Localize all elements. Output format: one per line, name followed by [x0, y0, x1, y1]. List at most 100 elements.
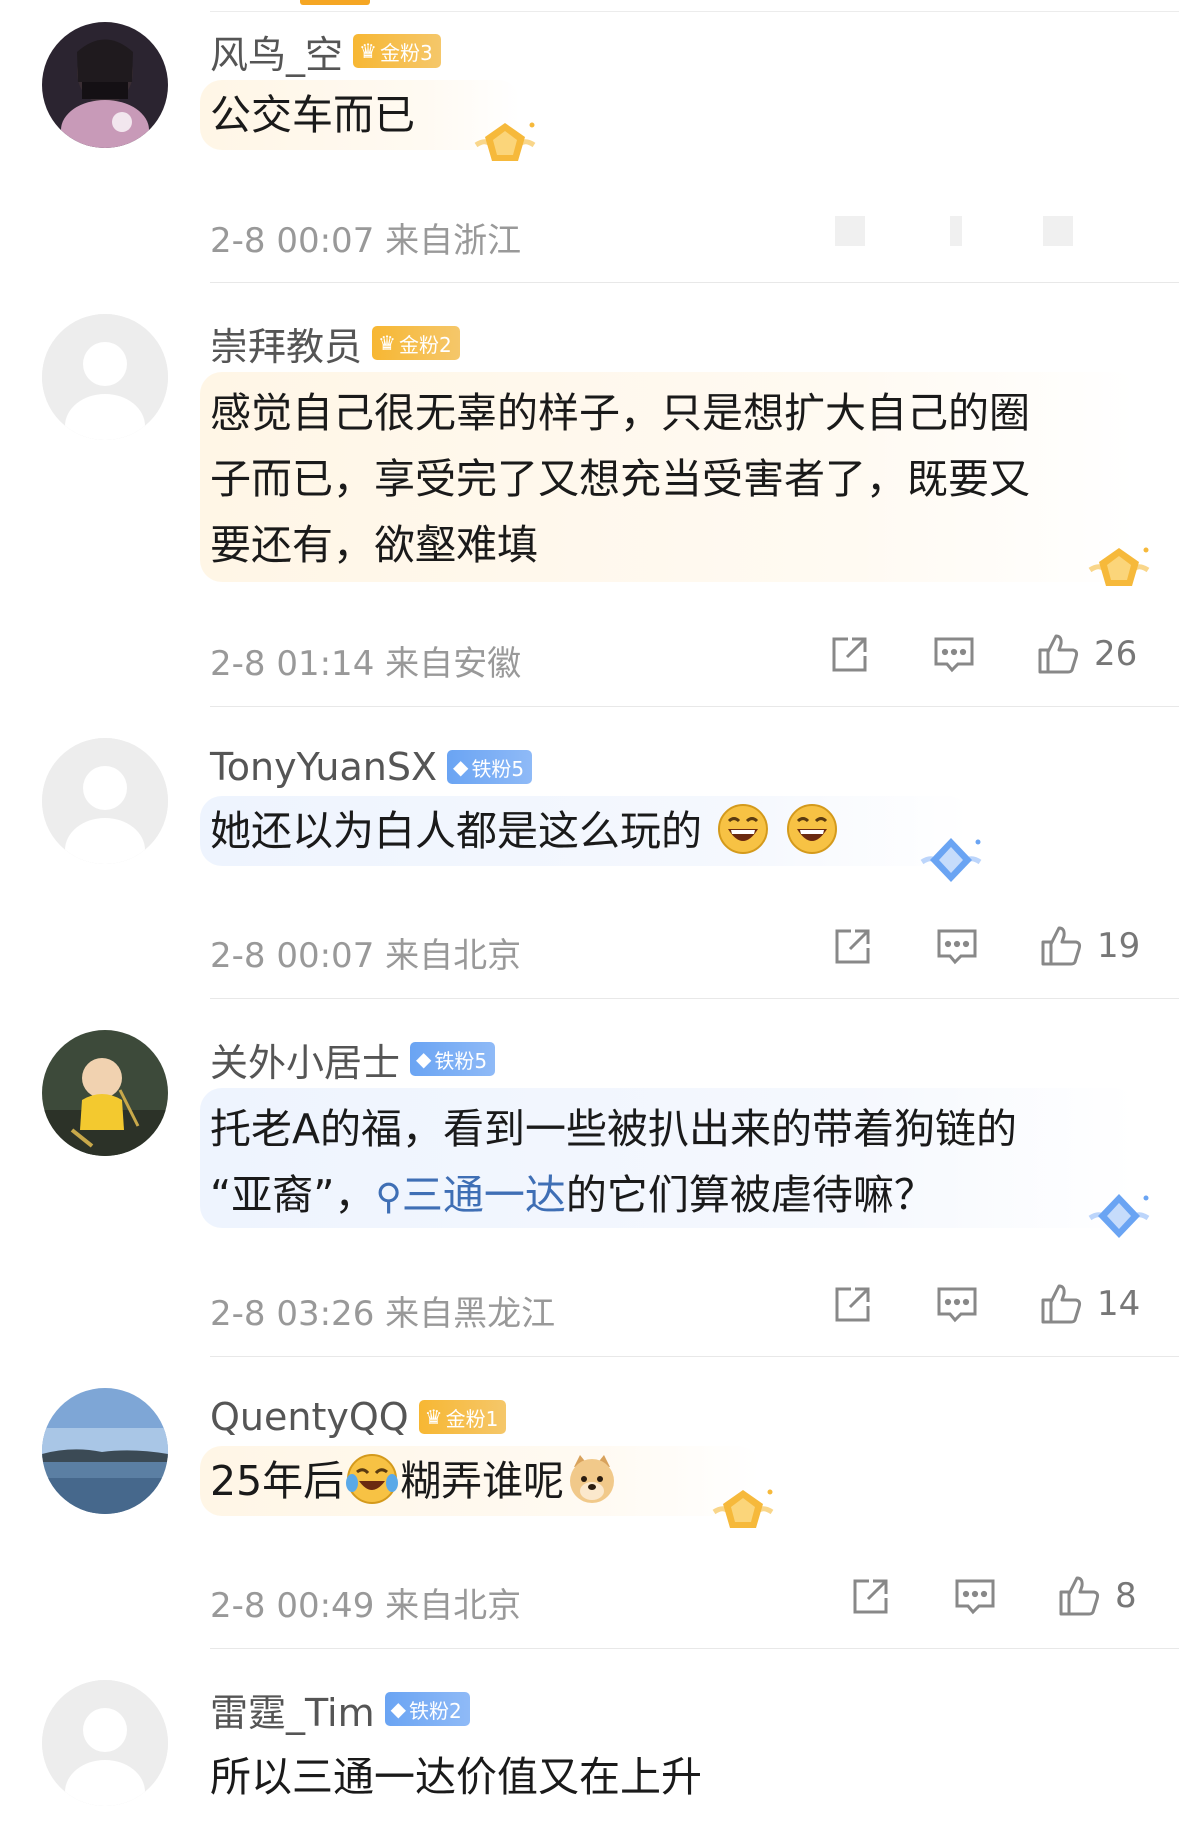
comment-text-line: 要还有，欲壑难填 [210, 521, 538, 569]
comment-actions [828, 205, 1084, 253]
fan-badge[interactable]: ♛ 金粉2 [372, 326, 460, 360]
fan-badge-label: 金粉2 [398, 332, 452, 357]
diamond-icon: ◆ [416, 1047, 432, 1071]
fan-badge[interactable]: ◆ 铁粉2 [384, 1692, 470, 1726]
username[interactable]: 风鸟_空 [210, 24, 343, 79]
comment-text-line: 托老A的福，看到一些被扒出来的带着狗链的 [210, 1105, 1018, 1153]
fan-badge[interactable]: ♛ 金粉3 [353, 34, 441, 68]
laughing-emoji-icon [717, 803, 769, 855]
like-count: 8 [1115, 1576, 1137, 1616]
comment-text-line: 她还以为白人都是这么玩的 [210, 807, 702, 855]
search-icon: ⚲ [375, 1177, 402, 1218]
comment-header: 雷霆_Tim ◆ 铁粉2 [210, 1686, 470, 1735]
comment-location: 来自北京 [385, 936, 522, 976]
comment-header: 崇拜教员 ♛ 金粉2 [210, 320, 460, 369]
comment-location: 来自北京 [385, 1586, 522, 1626]
divider [210, 282, 1179, 283]
avatar[interactable] [42, 22, 168, 148]
comment-text-line: 公交车而已 [210, 91, 415, 139]
comment-location: 来自黑龙江 [385, 1294, 556, 1334]
thumbs-up-icon[interactable] [1034, 630, 1082, 678]
iron-medal-icon [1082, 1188, 1156, 1248]
comment-icon[interactable] [930, 630, 978, 678]
username[interactable]: 关外小居士 [210, 1032, 400, 1087]
topic-link[interactable]: ⚲三通一达 [375, 1171, 565, 1219]
comment-header: 关外小居士 ◆ 铁粉5 [210, 1036, 496, 1085]
comment-actions: 8 [847, 1572, 1137, 1620]
comment-text: 25年后 糊弄谁呢 [210, 1448, 620, 1514]
comment-icon[interactable] [932, 205, 980, 253]
avatar[interactable] [42, 1680, 168, 1806]
comment-text-segment: 的它们算被虐待嘛？ [565, 1171, 935, 1219]
divider [210, 706, 1179, 707]
comment-icon[interactable] [951, 1572, 999, 1620]
thumbs-up-icon[interactable] [1037, 922, 1085, 970]
crown-icon: ♛ [424, 1405, 443, 1429]
comment-text-line: 感觉自己很无辜的样子，只是想扩大自己的圈 [210, 389, 1030, 437]
comment-header: 风鸟_空 ♛ 金粉3 [210, 28, 441, 77]
comment-text-line: “亚裔”，⚲三通一达的它们算被虐待嘛？ [210, 1162, 1017, 1231]
topic-link-label: 三通一达 [401, 1171, 566, 1219]
thumbs-up-icon[interactable] [1036, 205, 1084, 253]
username[interactable]: 雷霆_Tim [210, 1682, 375, 1737]
username[interactable]: TonyYuanSX [210, 745, 437, 789]
comment-text: 她还以为白人都是这么玩的 [210, 798, 840, 864]
divider [210, 998, 1179, 999]
avatar[interactable] [42, 314, 168, 440]
comment-header: TonyYuanSX ◆ 铁粉5 [210, 744, 533, 790]
comment-text: 感觉自己很无辜的样子，只是想扩大自己的圈 子而已，享受完了又想充当受害者了，既要… [210, 380, 1030, 578]
laughing-emoji-icon [786, 803, 838, 855]
like-count: 19 [1097, 926, 1141, 966]
share-icon[interactable] [826, 630, 874, 678]
avatar[interactable] [42, 738, 168, 864]
share-icon[interactable] [829, 922, 877, 970]
fan-badge-label: 铁粉5 [434, 1048, 488, 1073]
comment-text-line: 所以三通一达价值又在上升 [210, 1753, 702, 1801]
comment-text: 公交车而已 [210, 82, 415, 148]
divider [210, 1356, 1179, 1357]
comment-meta: 2-8 03:26 来自黑龙江 [210, 1286, 555, 1335]
share-icon[interactable] [847, 1572, 895, 1620]
like-count: 14 [1097, 1284, 1141, 1324]
share-icon[interactable] [828, 205, 876, 253]
fan-badge[interactable]: ♛ 金粉1 [418, 1400, 507, 1434]
top-accent-bar [300, 0, 370, 5]
comment-text-segment: 糊弄谁呢 [400, 1457, 565, 1505]
comment-icon[interactable] [933, 1280, 981, 1328]
divider [210, 11, 1179, 12]
comment-header: QuentyQQ ♛ 金粉1 [210, 1394, 507, 1440]
username[interactable]: 崇拜教员 [210, 316, 362, 371]
tears-of-joy-emoji-icon [346, 1453, 399, 1505]
doge-emoji-icon [566, 1453, 618, 1505]
comment-text-segment: “亚裔”， [210, 1171, 376, 1219]
fan-badge[interactable]: ◆ 铁粉5 [447, 750, 533, 784]
comment-actions: 19 [829, 922, 1140, 970]
gold-medal-icon [1082, 540, 1156, 600]
fan-badge-label: 金粉1 [445, 1406, 499, 1431]
like-count: 26 [1094, 634, 1138, 674]
fan-badge[interactable]: ◆ 铁粉5 [410, 1042, 496, 1076]
comment-text: 托老A的福，看到一些被扒出来的带着狗链的 “亚裔”，⚲三通一达的它们算被虐待嘛？ [210, 1096, 1017, 1231]
thumbs-up-icon[interactable] [1055, 1572, 1103, 1620]
username[interactable]: QuentyQQ [210, 1395, 409, 1439]
comment-time: 2-8 00:07 [210, 221, 375, 261]
crown-icon: ♛ [378, 331, 396, 355]
comment-time: 2-8 03:26 [210, 1294, 375, 1334]
fan-badge-label: 金粉3 [379, 40, 433, 65]
fan-badge-label: 铁粉2 [409, 1698, 462, 1723]
avatar[interactable] [42, 1030, 168, 1156]
crown-icon: ♛ [359, 39, 377, 63]
comment-time: 2-8 00:49 [210, 1586, 375, 1626]
avatar[interactable] [42, 1388, 168, 1514]
divider [210, 1648, 1179, 1649]
comment-actions: 14 [829, 1280, 1140, 1328]
comment-meta: 2-8 00:07 来自浙江 [210, 213, 521, 262]
comment-text-line: 子而已，享受完了又想充当受害者了，既要又 [210, 455, 1030, 503]
iron-medal-icon [914, 832, 988, 892]
share-icon[interactable] [829, 1280, 877, 1328]
diamond-icon: ◆ [453, 755, 469, 779]
comment-location: 来自浙江 [385, 221, 522, 261]
thumbs-up-icon[interactable] [1037, 1280, 1085, 1328]
comment-icon[interactable] [933, 922, 981, 970]
comment-meta: 2-8 01:14 来自安徽 [210, 636, 521, 685]
